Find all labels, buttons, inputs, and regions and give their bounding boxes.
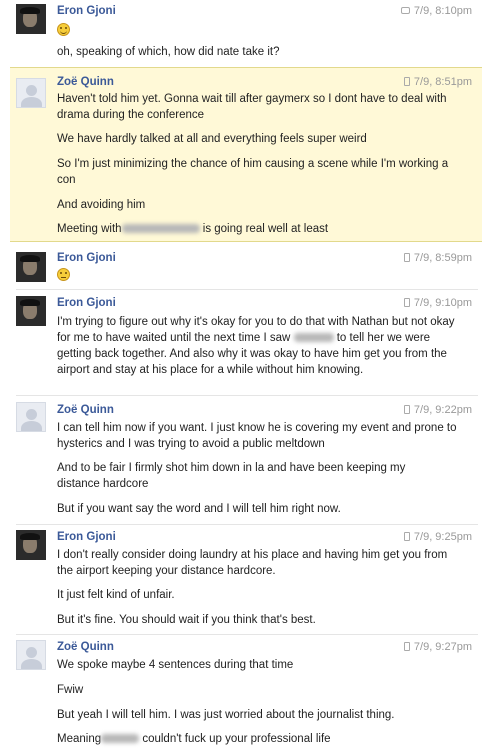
sender-name[interactable]: Zoë Quinn xyxy=(57,76,114,88)
message-text: Haven't told him yet. Gonna wait till af… xyxy=(57,93,447,121)
avatar[interactable] xyxy=(16,296,46,326)
timestamp: 7/9, 9:27pm xyxy=(403,641,472,653)
avatar[interactable] xyxy=(16,530,46,560)
mobile-phone-icon xyxy=(403,253,410,262)
timestamp: 7/9, 9:10pm xyxy=(403,297,472,309)
avatar[interactable] xyxy=(16,640,46,670)
message-text: Fwiw xyxy=(57,684,84,696)
avatar[interactable] xyxy=(16,402,46,432)
sender-name[interactable]: Zoë Quinn xyxy=(57,641,114,653)
timestamp: 7/9, 8:10pm xyxy=(400,5,472,17)
sender-name[interactable]: Eron Gjoni xyxy=(57,531,116,543)
message-text: But it's fine. You should wait if you th… xyxy=(57,614,316,626)
message-text: oh, speaking of which, how did nate take… xyxy=(57,46,280,58)
message-text: Meeting with is going real well at least xyxy=(57,223,329,235)
redacted-name xyxy=(121,224,200,234)
message-text: And avoiding him xyxy=(57,199,146,211)
divider xyxy=(16,289,478,290)
timestamp: 7/9, 9:25pm xyxy=(403,531,472,543)
sender-name[interactable]: Eron Gjoni xyxy=(57,297,116,309)
grin-emoji-icon xyxy=(57,23,70,36)
message-text: And to be fair I firmly shot him down in… xyxy=(57,462,406,490)
message-text: We spoke maybe 4 sentences during that t… xyxy=(57,659,294,671)
timestamp: 7/9, 9:22pm xyxy=(403,404,472,416)
sender-name[interactable]: Eron Gjoni xyxy=(57,252,116,264)
message-text: So I'm just minimizing the chance of him… xyxy=(57,158,449,186)
message-text: I don't really consider doing laundry at… xyxy=(57,549,448,577)
redacted-name xyxy=(101,734,140,744)
redacted-name xyxy=(293,333,334,343)
timestamp: 7/9, 8:59pm xyxy=(403,252,472,264)
message-text: But if you want say the word and I will … xyxy=(57,503,341,515)
mobile-phone-icon xyxy=(403,298,410,307)
sender-name[interactable]: Eron Gjoni xyxy=(57,5,116,17)
avatar[interactable] xyxy=(16,252,46,282)
neutral-face-emoji-icon xyxy=(57,268,70,281)
divider xyxy=(16,634,478,635)
sender-name[interactable]: Zoë Quinn xyxy=(57,404,114,416)
message-text: It just felt kind of unfair. xyxy=(57,589,175,601)
mobile-phone-icon xyxy=(403,77,410,86)
message-text: Meaning couldn't fuck up your profession… xyxy=(57,733,331,745)
avatar[interactable] xyxy=(16,4,46,34)
message-text: But yeah I will tell him. I was just wor… xyxy=(57,709,395,721)
avatar[interactable] xyxy=(16,78,46,108)
timestamp: 7/9, 8:51pm xyxy=(403,76,472,88)
mobile-phone-icon xyxy=(403,642,410,651)
message-text: I'm trying to figure out why it's okay f… xyxy=(57,316,455,376)
mobile-phone-icon xyxy=(403,532,410,541)
message-text: We have hardly talked at all and everyth… xyxy=(57,133,367,145)
mobile-phone-icon xyxy=(403,405,410,414)
message-text: I can tell him now if you want. I just k… xyxy=(57,422,457,450)
divider xyxy=(16,524,478,525)
divider xyxy=(16,395,478,396)
chat-bubble-icon xyxy=(400,7,410,14)
